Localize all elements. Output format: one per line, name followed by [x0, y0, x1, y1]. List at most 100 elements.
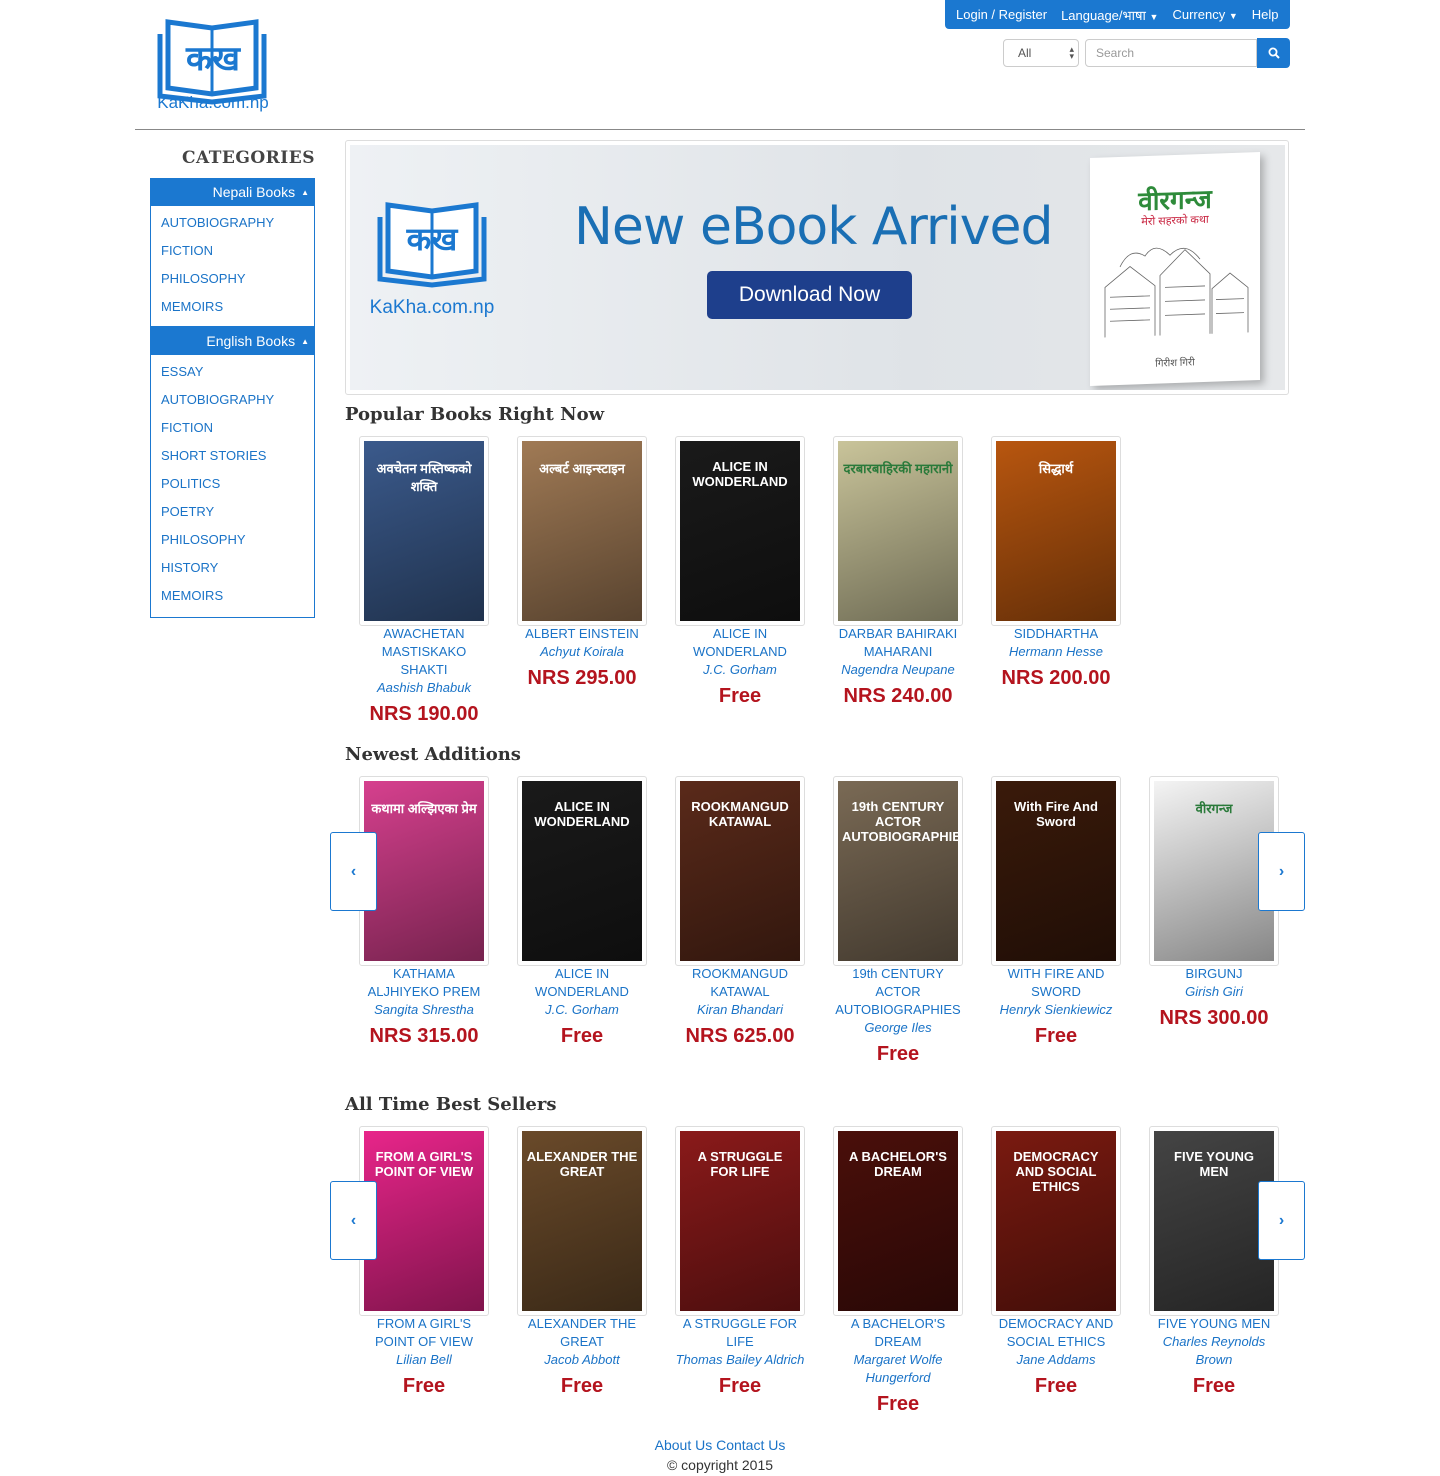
category-link[interactable]: AUTOBIOGRAPHY: [161, 386, 314, 414]
help-link[interactable]: Help: [1252, 7, 1279, 22]
download-now-button[interactable]: Download Now: [707, 271, 912, 319]
carousel-prev-button[interactable]: ‹: [330, 832, 377, 911]
book-cover-card[interactable]: दरबारबाहिरकी महारानी: [833, 436, 963, 626]
book-title-link[interactable]: ROOKMANGUD KATAWAL: [675, 965, 805, 1001]
caret-up-icon: ▲: [301, 187, 309, 197]
category-link[interactable]: AUTOBIOGRAPHY: [161, 209, 314, 237]
book-cover-card[interactable]: अवचेतन मस्तिष्कको शक्ति: [359, 436, 489, 626]
login-register-link[interactable]: Login / Register: [956, 7, 1047, 22]
category-link[interactable]: SHORT STORIES: [161, 442, 314, 470]
book-price: NRS 295.00: [527, 667, 637, 689]
book-cover-image: वीरगन्ज: [1154, 781, 1274, 961]
book-title-link[interactable]: SIDDHARTHA: [991, 625, 1121, 643]
category-link[interactable]: ESSAY: [161, 358, 314, 386]
book-cover-card[interactable]: सिद्धार्थ: [991, 436, 1121, 626]
carousel-next-button[interactable]: ›: [1258, 1181, 1305, 1260]
promo-banner[interactable]: कख KaKha.com.np New eBook Arrived Downlo…: [350, 145, 1285, 390]
book-author-link[interactable]: Jane Addams: [991, 1351, 1121, 1369]
book-cover-card[interactable]: DEMOCRACY AND SOCIAL ETHICS: [991, 1126, 1121, 1316]
contact-us-link[interactable]: Contact Us: [716, 1437, 785, 1453]
book-cover-card[interactable]: ALEXANDER THE GREAT: [517, 1126, 647, 1316]
book-author-link[interactable]: Achyut Koirala: [517, 643, 647, 661]
book-info: ROOKMANGUD KATAWAL Kiran Bhandari NRS 625.…: [675, 965, 805, 1048]
book-cover-card[interactable]: ALICE IN WONDERLAND: [675, 436, 805, 626]
search-input[interactable]: Search: [1085, 39, 1257, 67]
book-author-link[interactable]: J.C. Gorham: [675, 661, 805, 679]
book-info: ALICE IN WONDERLAND J.C. Gorham Free: [675, 625, 805, 708]
book-cover-card[interactable]: FROM A GIRL'S POINT OF VIEW: [359, 1126, 489, 1316]
book-cover-text: 19th CENTURY ACTOR AUTOBIOGRAPHIES: [842, 799, 958, 844]
book-cover-card[interactable]: ROOKMANGUD KATAWAL: [675, 776, 805, 966]
category-link[interactable]: FICTION: [161, 414, 314, 442]
search-button[interactable]: [1257, 38, 1290, 68]
book-title-link[interactable]: A STRUGGLE FOR LIFE: [675, 1315, 805, 1351]
book-cover-card[interactable]: अल्बर्ट आइन्स्टाइन: [517, 436, 647, 626]
about-us-link[interactable]: About Us: [655, 1437, 713, 1453]
book-cover-card[interactable]: ALICE IN WONDERLAND: [517, 776, 647, 966]
book-author-link[interactable]: Kiran Bhandari: [675, 1001, 805, 1019]
book-title-link[interactable]: AWACHETAN MASTISKAKO SHAKTI: [359, 625, 489, 679]
banner-logo-devanagari: कख: [406, 221, 458, 257]
carousel-prev-button[interactable]: ‹: [330, 1181, 377, 1260]
book-title-link[interactable]: ALICE IN WONDERLAND: [517, 965, 647, 1001]
book-author-link[interactable]: Nagendra Neupane: [833, 661, 963, 679]
book-title-link[interactable]: DARBAR BAHIRAKI MAHARANI: [833, 625, 963, 661]
book-title-link[interactable]: ALBERT EINSTEIN: [517, 625, 647, 643]
book-title-link[interactable]: WITH FIRE AND SWORD: [991, 965, 1121, 1001]
book-info: ALEXANDER THE GREAT Jacob Abbott Free: [517, 1315, 647, 1398]
category-link[interactable]: FICTION: [161, 237, 314, 265]
language-menu[interactable]: Language/भाषा ▼: [1061, 6, 1158, 24]
book-price: Free: [1034, 1375, 1078, 1397]
book-author-link[interactable]: Henryk Sienkiewicz: [991, 1001, 1121, 1019]
chevron-left-icon: ‹: [350, 1211, 357, 1229]
book-author-link[interactable]: Charles Reynolds Brown: [1149, 1333, 1279, 1369]
carousel-next-button[interactable]: ›: [1258, 832, 1305, 911]
currency-menu[interactable]: Currency ▼: [1172, 7, 1237, 22]
book-title-link[interactable]: FROM A GIRL'S POINT OF VIEW: [359, 1315, 489, 1351]
category-link[interactable]: PHILOSOPHY: [161, 265, 314, 293]
category-link[interactable]: HISTORY: [161, 554, 314, 582]
book-cover-card[interactable]: With Fire And Sword: [991, 776, 1121, 966]
book-cover-text: अल्बर्ट आइन्स्टाइन: [539, 461, 625, 476]
category-group-english-books[interactable]: English Books ▲: [150, 327, 315, 355]
book-title-link[interactable]: ALEXANDER THE GREAT: [517, 1315, 647, 1351]
currency-label: Currency: [1172, 7, 1226, 22]
category-group-nepali-books[interactable]: Nepali Books ▲: [150, 178, 315, 206]
book-info: AWACHETAN MASTISKAKO SHAKTI Aashish Bhabu…: [359, 625, 489, 726]
category-link[interactable]: MEMOIRS: [161, 582, 314, 610]
book-title-link[interactable]: FIVE YOUNG MEN: [1149, 1315, 1279, 1333]
book-title-link[interactable]: BIRGUNJ: [1149, 965, 1279, 983]
search-category-select[interactable]: All ▴ ▾: [1003, 39, 1079, 67]
book-cover-card[interactable]: 19th CENTURY ACTOR AUTOBIOGRAPHIES: [833, 776, 963, 966]
category-link[interactable]: POLITICS: [161, 470, 314, 498]
book-title-link[interactable]: ALICE IN WONDERLAND: [675, 625, 805, 661]
book-author-link[interactable]: Hermann Hesse: [991, 643, 1121, 661]
book-author-link[interactable]: Margaret Wolfe Hungerford: [833, 1351, 963, 1387]
site-logo[interactable]: कख KaKha.com.np: [150, 14, 276, 114]
book-author-link[interactable]: Jacob Abbott: [517, 1351, 647, 1369]
book-cover-card[interactable]: A BACHELOR'S DREAM: [833, 1126, 963, 1316]
book-cover-card[interactable]: कथामा अल्झिएका प्रेम: [359, 776, 489, 966]
chevron-left-icon: ‹: [350, 862, 357, 880]
book-author-link[interactable]: Girish Giri: [1149, 983, 1279, 1001]
language-label: Language/भाषा: [1061, 7, 1146, 23]
book-author-link[interactable]: George Iles: [833, 1019, 963, 1037]
book-cover-text: DEMOCRACY AND SOCIAL ETHICS: [1013, 1149, 1099, 1194]
bestsellers-section-title: All Time Best Sellers: [345, 1094, 557, 1115]
book-author-link[interactable]: Lilian Bell: [359, 1351, 489, 1369]
header-divider: [135, 129, 1305, 130]
book-title-link[interactable]: 19th CENTURY ACTOR AUTOBIOGRAPHIES: [833, 965, 963, 1019]
book-info: DARBAR BAHIRAKI MAHARANI Nagendra Neupane…: [833, 625, 963, 708]
book-title-link[interactable]: A BACHELOR'S DREAM: [833, 1315, 963, 1351]
book-info: 19th CENTURY ACTOR AUTOBIOGRAPHIES George…: [833, 965, 963, 1066]
book-title-link[interactable]: DEMOCRACY AND SOCIAL ETHICS: [991, 1315, 1121, 1351]
category-link[interactable]: PHILOSOPHY: [161, 526, 314, 554]
book-title-link[interactable]: KATHAMA ALJHIYEKO PREM: [359, 965, 489, 1001]
book-author-link[interactable]: J.C. Gorham: [517, 1001, 647, 1019]
book-author-link[interactable]: Thomas Bailey Aldrich: [675, 1351, 805, 1369]
category-link[interactable]: MEMOIRS: [161, 293, 314, 321]
book-author-link[interactable]: Aashish Bhabuk: [359, 679, 489, 697]
book-author-link[interactable]: Sangita Shrestha: [359, 1001, 489, 1019]
category-link[interactable]: POETRY: [161, 498, 314, 526]
book-cover-card[interactable]: A STRUGGLE FOR LIFE: [675, 1126, 805, 1316]
